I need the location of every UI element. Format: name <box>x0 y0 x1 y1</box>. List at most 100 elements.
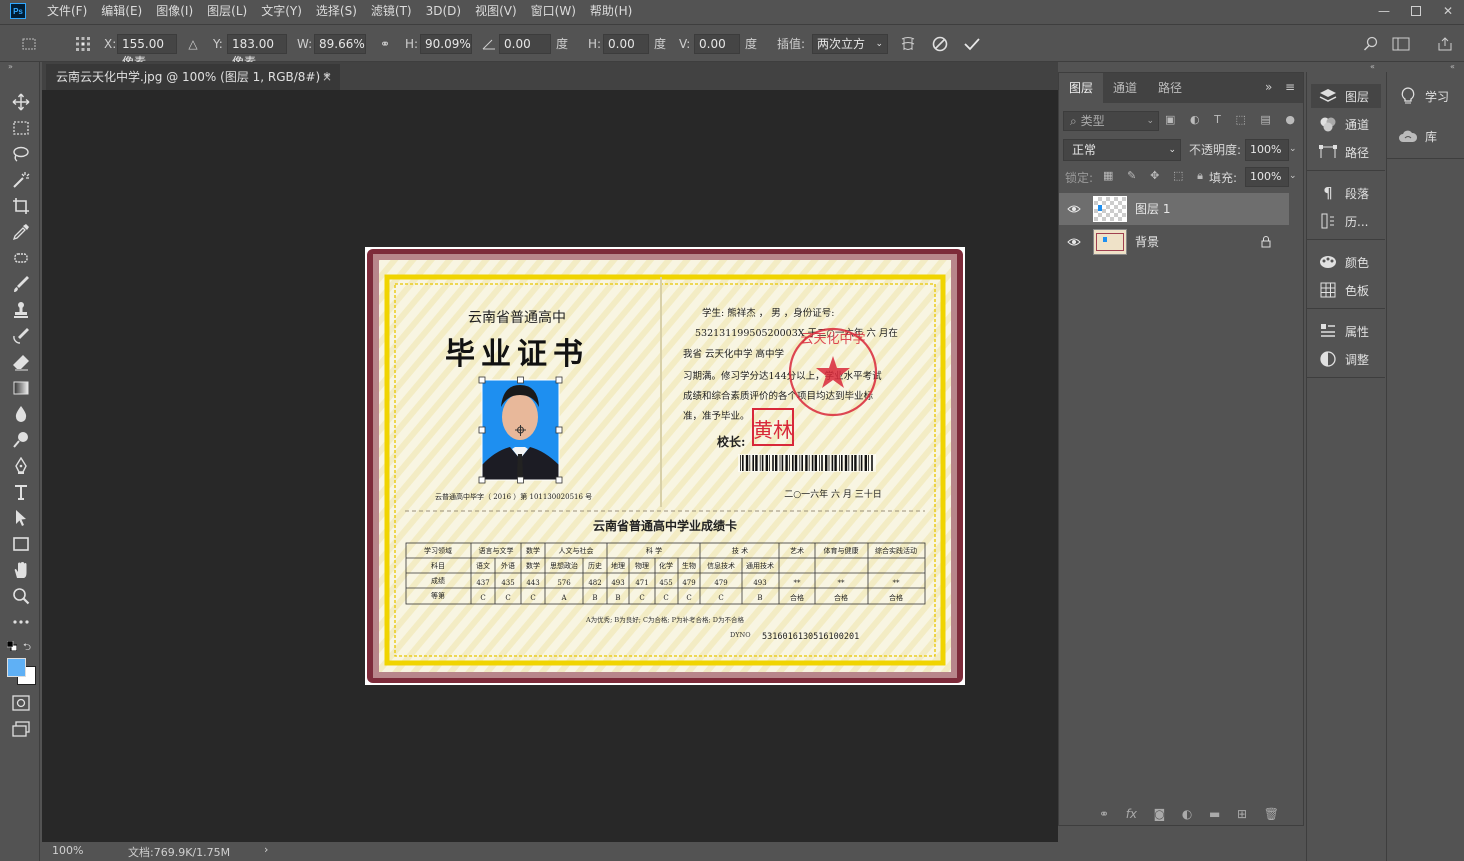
dock-properties[interactable]: 属性 <box>1311 319 1381 343</box>
new-group-icon[interactable]: ▬ <box>1209 807 1220 821</box>
eraser-tool-icon[interactable] <box>10 351 32 373</box>
dock-color[interactable]: 颜色 <box>1311 250 1381 274</box>
history-brush-icon[interactable] <box>10 325 32 347</box>
angle-input[interactable]: 0.00 <box>499 34 551 54</box>
eye-icon[interactable] <box>1067 235 1081 249</box>
toolbar-collapse-icon[interactable]: » <box>8 62 13 72</box>
healing-brush-icon[interactable] <box>10 247 32 269</box>
new-layer-icon[interactable]: ⊞ <box>1237 807 1247 821</box>
menu-view[interactable]: 视图(V) <box>468 0 524 22</box>
menu-edit[interactable]: 编辑(E) <box>94 0 149 22</box>
filter-type-icon[interactable]: T <box>1214 113 1221 129</box>
filter-smart-object-icon[interactable]: ▤ <box>1260 113 1270 129</box>
status-menu-arrow[interactable]: › <box>264 843 268 856</box>
move-tool-icon[interactable] <box>10 91 32 113</box>
tab-paths[interactable]: 路径 <box>1147 73 1193 103</box>
filter-pixel-icon[interactable]: ▣ <box>1165 113 1175 129</box>
dock-collapse-icon[interactable]: « <box>1370 62 1375 71</box>
lock-all-icon[interactable]: 🔒︎ <box>1197 169 1203 183</box>
lock-transparent-icon[interactable]: ▦ <box>1103 169 1113 183</box>
lasso-tool-icon[interactable] <box>10 143 32 165</box>
fill-chevron-icon[interactable]: ⌄ <box>1289 167 1303 187</box>
foreground-color-swatch[interactable] <box>7 658 26 677</box>
panel-menu-icon[interactable]: ≡ <box>1285 80 1295 94</box>
layer-row-background[interactable]: 背景 <box>1059 226 1289 258</box>
cancel-transform-icon[interactable] <box>931 35 949 53</box>
blend-mode-select[interactable]: 正常 ⌄ <box>1063 139 1181 161</box>
commit-transform-icon[interactable] <box>963 35 981 53</box>
interpolation-select[interactable]: 两次立方 ⌄ <box>812 34 888 54</box>
warp-icon[interactable] <box>899 35 917 53</box>
stamp-tool-icon[interactable] <box>10 299 32 321</box>
link-icon[interactable]: ⚭ <box>376 35 394 53</box>
menu-layer[interactable]: 图层(L) <box>200 0 254 22</box>
type-tool-icon[interactable] <box>10 481 32 503</box>
gradient-tool-icon[interactable] <box>10 377 32 399</box>
fx-icon[interactable]: fx <box>1126 807 1137 821</box>
tab-layers[interactable]: 图层 <box>1059 73 1103 103</box>
workspace-icon[interactable] <box>1392 35 1410 53</box>
pen-tool-icon[interactable] <box>10 455 32 477</box>
link-layers-icon[interactable]: ⚭ <box>1099 807 1109 821</box>
marquee-tool-icon[interactable] <box>10 117 32 139</box>
transform-tool-icon[interactable] <box>20 35 38 53</box>
background-layer-name[interactable]: 背景 <box>1135 226 1159 258</box>
lock-position-icon[interactable]: ✥ <box>1150 169 1159 183</box>
dock-libraries[interactable]: 库 <box>1391 124 1461 148</box>
zoom-level[interactable]: 100% <box>52 844 83 857</box>
dock-swatches[interactable]: 色板 <box>1311 278 1381 302</box>
filter-adjustment-icon[interactable]: ◐ <box>1190 113 1200 129</box>
dodge-tool-icon[interactable] <box>10 429 32 451</box>
fill-input[interactable]: 100% <box>1245 167 1289 187</box>
x-input[interactable]: 155.00 像素 <box>117 34 177 69</box>
tab-channels[interactable]: 通道 <box>1103 73 1147 103</box>
eye-icon[interactable] <box>1067 202 1081 216</box>
menu-help[interactable]: 帮助(H) <box>583 0 639 22</box>
dock-paths[interactable]: 路径 <box>1311 140 1381 164</box>
dock-adjustments[interactable]: 调整 <box>1311 347 1381 371</box>
menu-select[interactable]: 选择(S) <box>309 0 364 22</box>
maximize-icon[interactable] <box>1400 0 1432 22</box>
delete-layer-icon[interactable]: 🗑︎ <box>1264 807 1279 821</box>
screen-mode-icon[interactable] <box>10 718 32 740</box>
document-canvas[interactable]: 云南省普通高中 毕业证书 云普通高中毕字（ 2016 ）第 1011300205… <box>365 247 965 685</box>
close-tab-icon[interactable]: × <box>322 64 332 90</box>
opacity-input[interactable]: 100% <box>1245 139 1289 161</box>
menu-3d[interactable]: 3D(D) <box>419 0 468 22</box>
lock-icon[interactable] <box>1261 236 1271 248</box>
menu-type[interactable]: 文字(Y) <box>254 0 309 22</box>
swap-colors-icon[interactable]: ⮌ <box>23 640 35 653</box>
minimize-icon[interactable]: — <box>1368 0 1400 22</box>
eyedropper-icon[interactable] <box>10 221 32 243</box>
dock-history[interactable]: 历... <box>1311 209 1381 233</box>
close-icon[interactable]: ✕ <box>1432 0 1464 22</box>
magic-wand-icon[interactable] <box>10 169 32 191</box>
document-tab[interactable]: 云南云天化中学.jpg @ 100% (图层 1, RGB/8#) * × <box>46 64 340 90</box>
crop-tool-icon[interactable] <box>10 195 32 217</box>
default-colors-icon[interactable] <box>6 640 18 652</box>
adjustment-layer-icon[interactable]: ◐ <box>1182 807 1192 821</box>
width-input[interactable]: 89.66% <box>314 34 366 54</box>
path-selection-icon[interactable] <box>10 507 32 529</box>
layer-row-layer1[interactable]: 图层 1 <box>1059 193 1289 225</box>
add-mask-icon[interactable]: ◙ <box>1154 807 1166 821</box>
delta-icon[interactable]: △ <box>184 35 202 53</box>
search-icon[interactable] <box>1362 35 1380 53</box>
menu-image[interactable]: 图像(I) <box>149 0 200 22</box>
menu-window[interactable]: 窗口(W) <box>524 0 583 22</box>
height-input[interactable]: 90.09% <box>420 34 472 54</box>
lock-pixels-icon[interactable]: ✎ <box>1127 169 1136 183</box>
dock-paragraph[interactable]: ¶ 段落 <box>1311 181 1381 205</box>
hand-tool-icon[interactable] <box>10 559 32 581</box>
quick-mask-icon[interactable] <box>10 692 32 714</box>
more-tools-icon[interactable] <box>10 611 32 633</box>
dock-learn[interactable]: 学习 <box>1391 84 1461 108</box>
photo-layer[interactable] <box>478 376 563 484</box>
reference-point-icon[interactable] <box>74 35 92 53</box>
brush-tool-icon[interactable] <box>10 273 32 295</box>
filter-shape-icon[interactable]: ⬚ <box>1235 113 1245 129</box>
filter-toggle-icon[interactable]: ● <box>1285 113 1295 129</box>
dock-channels[interactable]: 通道 <box>1311 112 1381 136</box>
zoom-tool-icon[interactable] <box>10 585 32 607</box>
dock-layers[interactable]: 图层 <box>1311 84 1381 108</box>
